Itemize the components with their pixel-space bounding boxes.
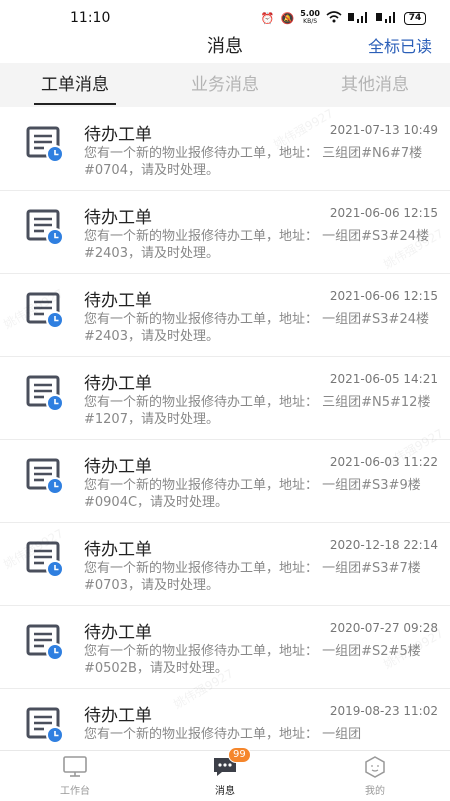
message-item[interactable]: 待办工单 2021-06-05 14:21 您有一个新的物业报修待办工单，地址：… — [0, 357, 450, 440]
status-icons: ⏰ 🔕 5.00 KB/S 74 — [261, 10, 426, 26]
message-title: 待办工单 — [84, 291, 152, 311]
message-body: 您有一个新的物业报修待办工单，地址： 一组团#S3#7楼#0703，请及时处理。 — [84, 561, 421, 593]
tab-business-messages[interactable]: 业务消息 — [150, 63, 300, 107]
message-time: 2021-07-13 10:49 — [329, 123, 438, 137]
nav-messages-label: 消息 — [215, 786, 235, 797]
alarm-icon: ⏰ — [260, 11, 275, 25]
mute-icon: 🔕 — [280, 11, 295, 25]
message-title: 待办工单 — [84, 374, 152, 394]
nav-workbench-label: 工作台 — [60, 786, 90, 797]
net-speed: 5.00 KB/S — [300, 10, 320, 26]
mark-all-read-button[interactable]: 全标已读 — [368, 33, 432, 57]
message-item[interactable]: 待办工单 2021-06-03 11:22 您有一个新的物业报修待办工单，地址：… — [0, 440, 450, 523]
message-body: 您有一个新的物业报修待办工单，地址： 三组团#N5#12楼#1207，请及时处理… — [84, 395, 431, 427]
nav-workbench[interactable]: 工作台 — [0, 751, 150, 801]
message-item[interactable]: 待办工单 2019-08-23 11:02 您有一个新的物业报修待办工单，地址：… — [0, 689, 450, 750]
message-item[interactable]: 待办工单 2021-07-13 10:49 您有一个新的物业报修待办工单，地址：… — [0, 108, 450, 191]
status-time: 11:10 — [70, 10, 111, 26]
message-title: 待办工单 — [84, 125, 152, 145]
signal-icon-2 — [376, 11, 398, 26]
work-order-doc-icon — [26, 540, 66, 580]
message-time: 2021-06-03 11:22 — [329, 455, 438, 469]
message-title: 待办工单 — [84, 457, 152, 477]
message-time: 2021-06-06 12:15 — [329, 206, 438, 220]
message-time: 2021-06-06 12:15 — [329, 289, 438, 303]
signal-icon — [348, 11, 370, 26]
message-title: 待办工单 — [84, 540, 152, 560]
message-body: 您有一个新的物业报修待办工单，地址： 一组团#S2#5楼#0502B，请及时处理… — [84, 644, 421, 676]
work-order-doc-icon — [26, 623, 66, 663]
message-title: 待办工单 — [84, 623, 152, 643]
message-time: 2020-07-27 09:28 — [329, 621, 438, 635]
nav-profile-label: 我的 — [365, 786, 385, 797]
work-order-doc-icon — [26, 291, 66, 331]
bottom-nav: 工作台 99 消息 我的 — [0, 747, 450, 801]
wifi-icon — [326, 10, 342, 26]
work-order-doc-icon — [26, 374, 66, 414]
tab-other-messages[interactable]: 其他消息 — [300, 63, 450, 107]
work-order-doc-icon — [26, 457, 66, 497]
message-item[interactable]: 待办工单 2020-07-27 09:28 您有一个新的物业报修待办工单，地址：… — [0, 606, 450, 689]
message-tabs: 工单消息 业务消息 其他消息 — [0, 63, 450, 107]
message-body: 您有一个新的物业报修待办工单，地址： 一组团#S3#24楼#2403，请及时处理… — [84, 312, 429, 344]
net-speed-unit: KB/S — [303, 18, 318, 25]
message-item[interactable]: 待办工单 2021-06-06 12:15 您有一个新的物业报修待办工单，地址：… — [0, 191, 450, 274]
net-speed-value: 5.00 — [300, 9, 320, 18]
nav-profile[interactable]: 我的 — [300, 751, 450, 801]
battery-icon: 74 — [404, 11, 426, 25]
message-list: 待办工单 2021-07-13 10:49 您有一个新的物业报修待办工单，地址：… — [0, 108, 450, 750]
message-item[interactable]: 待办工单 2021-06-06 12:15 您有一个新的物业报修待办工单，地址：… — [0, 274, 450, 357]
monitor-icon — [62, 755, 88, 779]
message-time: 2021-06-05 14:21 — [329, 372, 438, 386]
tab-work-order-messages[interactable]: 工单消息 — [0, 63, 150, 107]
title-bar: 消息 全标已读 — [0, 28, 450, 62]
work-order-doc-icon — [26, 125, 66, 165]
work-order-doc-icon — [26, 208, 66, 248]
message-body: 您有一个新的物业报修待办工单，地址： 一组团 — [84, 727, 362, 742]
message-body: 您有一个新的物业报修待办工单，地址： 一组团#S3#9楼#0904C，请及时处理… — [84, 478, 421, 510]
nav-messages[interactable]: 99 消息 — [150, 747, 300, 801]
message-title: 待办工单 — [84, 706, 152, 726]
message-body: 您有一个新的物业报修待办工单，地址： 一组团#S3#24楼#2403，请及时处理… — [84, 229, 429, 261]
message-title: 待办工单 — [84, 208, 152, 228]
page-title: 消息 — [207, 36, 243, 57]
work-order-doc-icon — [26, 706, 66, 746]
unread-badge: 99 — [228, 747, 251, 763]
profile-icon — [362, 755, 388, 779]
chat-icon: 99 — [212, 747, 251, 779]
message-time: 2020-12-18 22:14 — [329, 538, 438, 552]
message-item[interactable]: 待办工单 2020-12-18 22:14 您有一个新的物业报修待办工单，地址：… — [0, 523, 450, 606]
message-time: 2019-08-23 11:02 — [329, 704, 438, 718]
message-body: 您有一个新的物业报修待办工单，地址： 三组团#N6#7楼#0704，请及时处理。 — [84, 146, 423, 178]
